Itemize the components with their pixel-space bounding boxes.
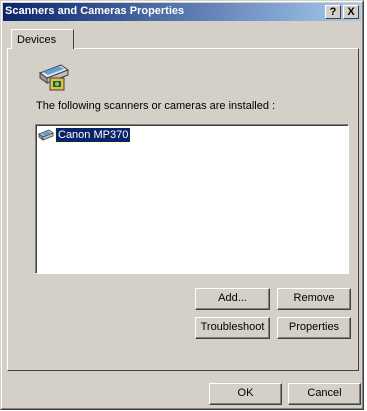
tab-devices-label: Devices	[17, 34, 57, 46]
tab-devices[interactable]: Devices	[11, 29, 74, 49]
remove-button[interactable]: Remove	[277, 288, 351, 310]
device-name: Canon MP370	[54, 126, 132, 143]
devices-list[interactable]: Canon MP370	[35, 124, 349, 274]
installed-devices-label: The following scanners or cameras are in…	[36, 100, 276, 112]
add-button[interactable]: Add...	[195, 288, 270, 310]
close-button[interactable]: X	[343, 5, 359, 19]
cancel-button[interactable]: Cancel	[288, 383, 361, 405]
window-title: Scanners and Cameras Properties	[5, 5, 185, 17]
scanner-icon	[38, 129, 54, 141]
properties-dialog: Scanners and Cameras Properties ? X Devi…	[0, 0, 364, 410]
properties-button[interactable]: Properties	[277, 317, 351, 339]
troubleshoot-button[interactable]: Troubleshoot	[195, 317, 270, 339]
list-item[interactable]: Canon MP370	[38, 126, 132, 143]
title-bar[interactable]: Scanners and Cameras Properties ? X	[3, 3, 361, 21]
help-button[interactable]: ?	[325, 5, 341, 19]
scanner-camera-icon	[38, 64, 70, 91]
ok-button[interactable]: OK	[209, 383, 282, 405]
